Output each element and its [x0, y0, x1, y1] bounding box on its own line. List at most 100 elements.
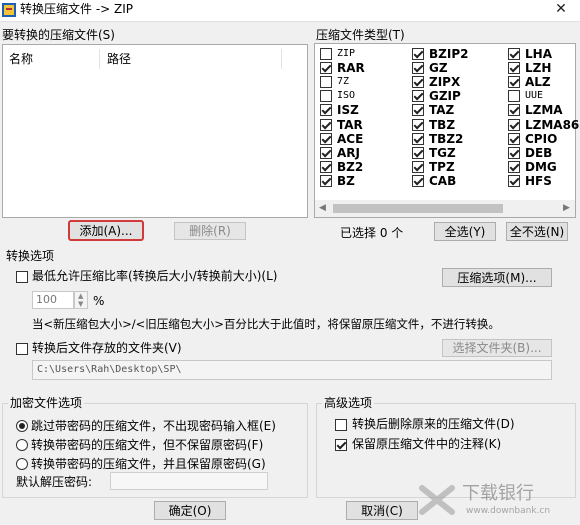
type-option-ace[interactable]: ACE [320, 131, 363, 146]
encryption-radio[interactable] [16, 438, 28, 451]
type-checkbox[interactable] [320, 61, 332, 74]
encryption-radio[interactable] [16, 419, 28, 432]
output-path-input[interactable]: C:\Users\Rah\Desktop\SP\ [32, 360, 552, 380]
delete-original-label: 转换后删除原来的压缩文件(D) [352, 417, 515, 431]
type-option-bzip2[interactable]: BZIP2 [412, 46, 468, 61]
type-checkbox[interactable] [508, 61, 520, 74]
scroll-thumb[interactable] [333, 204, 503, 213]
select-all-button[interactable]: 全选(Y) [434, 222, 496, 241]
type-option-uue[interactable]: UUE [508, 89, 543, 103]
compress-options-button[interactable]: 压缩选项(M)... [442, 268, 552, 287]
type-checkbox[interactable] [320, 118, 332, 131]
type-option-lzma86[interactable]: LZMA86 [508, 117, 579, 132]
column-header-path[interactable]: 路径 [107, 51, 131, 67]
type-checkbox[interactable] [412, 61, 424, 74]
min-ratio-option[interactable] [16, 269, 28, 283]
type-checkbox[interactable] [412, 75, 424, 88]
cancel-button[interactable]: 取消(C) [346, 501, 418, 520]
select-folder-button[interactable]: 选择文件夹(B)... [442, 339, 552, 357]
types-scrollbar[interactable]: ◀ ▶ [315, 200, 575, 217]
keep-comment-checkbox[interactable] [335, 438, 347, 451]
type-option-rar[interactable]: RAR [320, 60, 365, 75]
type-checkbox[interactable] [320, 132, 332, 145]
type-checkbox[interactable] [508, 146, 520, 159]
type-option-lzh[interactable]: LZH [508, 60, 551, 75]
type-option-zipx[interactable]: ZIPX [412, 74, 460, 89]
type-checkbox[interactable] [508, 118, 520, 131]
type-option-7z[interactable]: 7Z [320, 74, 349, 88]
close-icon[interactable]: ✕ [546, 0, 576, 20]
add-button[interactable]: 添加(A)... [68, 220, 144, 241]
type-checkbox[interactable] [412, 146, 424, 159]
column-divider[interactable] [99, 49, 100, 69]
type-checkbox[interactable] [508, 90, 520, 103]
type-checkbox[interactable] [412, 132, 424, 145]
type-option-gzip[interactable]: GZIP [412, 89, 461, 103]
type-option-arj[interactable]: ARJ [320, 145, 360, 160]
ok-button[interactable]: 确定(O) [154, 501, 226, 520]
type-option-tar[interactable]: TAR [320, 117, 363, 132]
delete-button[interactable]: 删除(R) [174, 222, 246, 240]
type-option-taz[interactable]: TAZ [412, 103, 454, 117]
encryption-option[interactable]: 转换带密码的压缩文件，并且保留原密码(G) [16, 455, 266, 472]
type-option-tpz[interactable]: TPZ [412, 160, 455, 174]
type-checkbox[interactable] [508, 104, 520, 117]
output-folder-option[interactable] [16, 341, 28, 355]
type-checkbox[interactable] [320, 175, 332, 188]
type-option-gz[interactable]: GZ [412, 60, 448, 75]
scroll-right-arrow-icon[interactable]: ▶ [563, 203, 570, 213]
scroll-left-arrow-icon[interactable]: ◀ [319, 203, 326, 213]
type-checkbox[interactable] [320, 75, 332, 88]
type-checkbox[interactable] [508, 47, 520, 60]
type-checkbox[interactable] [320, 161, 332, 174]
type-checkbox[interactable] [320, 104, 332, 117]
min-ratio-checkbox[interactable] [16, 270, 28, 283]
default-password-input[interactable] [110, 472, 268, 490]
file-list[interactable]: 名称 路径 [2, 44, 308, 218]
encryption-option[interactable]: 转换带密码的压缩文件，但不保留原密码(F) [16, 436, 263, 453]
type-option-isz[interactable]: ISZ [320, 103, 359, 117]
type-option-lzma[interactable]: LZMA [508, 103, 563, 117]
type-checkbox[interactable] [412, 118, 424, 131]
type-option-cab[interactable]: CAB [412, 174, 456, 188]
keep-comment-option[interactable] [335, 437, 347, 451]
type-checkbox[interactable] [412, 47, 424, 60]
type-option-lha[interactable]: LHA [508, 46, 552, 61]
type-checkbox[interactable] [508, 175, 520, 188]
type-option-bz2[interactable]: BZ2 [320, 160, 363, 174]
type-option-tbz2[interactable]: TBZ2 [412, 131, 463, 146]
encryption-option[interactable]: 跳过带密码的压缩文件，不出现密码输入框(E) [16, 417, 276, 434]
ratio-spinner[interactable]: ▲ ▼ [74, 291, 88, 309]
delete-original-option[interactable] [335, 417, 347, 431]
select-none-button[interactable]: 全不选(N) [506, 222, 568, 241]
type-option-dmg[interactable]: DMG [508, 160, 557, 174]
type-option-iso[interactable]: ISO [320, 89, 355, 103]
type-checkbox[interactable] [412, 161, 424, 174]
type-checkbox[interactable] [508, 132, 520, 145]
type-option-tbz[interactable]: TBZ [412, 117, 455, 132]
column-divider[interactable] [281, 49, 282, 69]
spin-up-icon[interactable]: ▲ [78, 292, 83, 300]
advanced-group-title: 高级选项 [322, 396, 375, 410]
type-option-cpio[interactable]: CPIO [508, 131, 557, 146]
type-checkbox[interactable] [320, 47, 332, 60]
type-checkbox[interactable] [508, 161, 520, 174]
type-option-hfs[interactable]: HFS [508, 174, 552, 188]
ratio-input[interactable]: 100 [32, 291, 74, 309]
type-option-bz[interactable]: BZ [320, 174, 355, 188]
delete-original-checkbox[interactable] [335, 418, 347, 431]
type-checkbox[interactable] [412, 175, 424, 188]
type-checkbox[interactable] [320, 90, 332, 103]
type-option-alz[interactable]: ALZ [508, 74, 551, 89]
type-checkbox[interactable] [320, 146, 332, 159]
encryption-radio[interactable] [16, 457, 28, 470]
type-checkbox[interactable] [412, 90, 424, 103]
output-folder-checkbox[interactable] [16, 342, 28, 355]
column-header-name[interactable]: 名称 [9, 51, 33, 67]
type-option-tgz[interactable]: TGZ [412, 145, 456, 160]
type-option-zip[interactable]: ZIP [320, 46, 355, 60]
type-checkbox[interactable] [508, 75, 520, 88]
type-checkbox[interactable] [412, 104, 424, 117]
spin-down-icon[interactable]: ▼ [78, 300, 83, 308]
type-option-deb[interactable]: DEB [508, 145, 552, 160]
